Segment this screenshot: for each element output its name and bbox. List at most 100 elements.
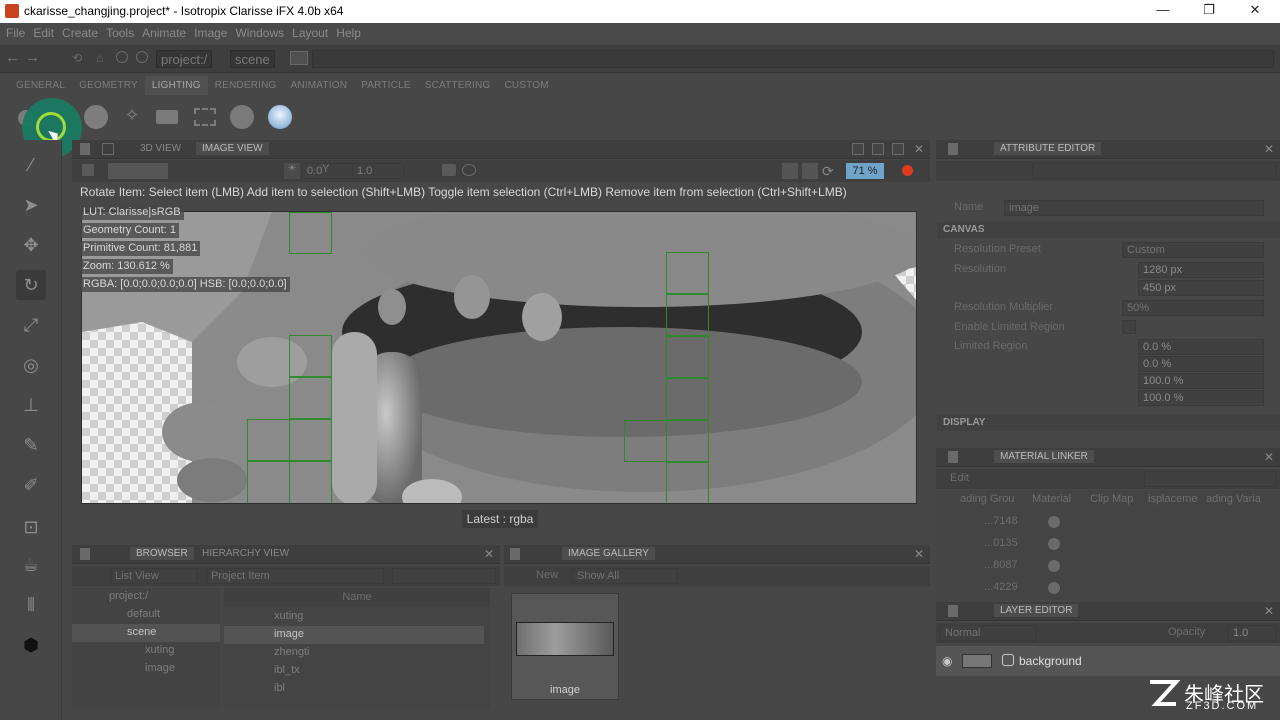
universal-tool-icon[interactable]: ◎	[16, 350, 46, 380]
table-row[interactable]: ...0135	[984, 537, 1018, 549]
material-search-input[interactable]	[1144, 471, 1276, 487]
column-header[interactable]: Material	[1032, 493, 1071, 505]
enable-limited-region-checkbox[interactable]	[1122, 320, 1136, 334]
close-panel-icon[interactable]: ✕	[1264, 450, 1274, 464]
column-header[interactable]: Clip Map	[1090, 493, 1133, 505]
history-icon[interactable]	[462, 164, 476, 176]
resolution-preset-select[interactable]: Custom	[1122, 242, 1264, 258]
layer-row[interactable]: ◉ background	[936, 646, 1280, 676]
minimize-button[interactable]: —	[1148, 2, 1178, 20]
menu-animate[interactable]: Animate	[138, 23, 190, 40]
browser-search-input[interactable]	[392, 568, 496, 584]
close-panel-icon[interactable]: ✕	[1264, 142, 1274, 156]
tab-image-gallery[interactable]: IMAGE GALLERY	[562, 547, 655, 560]
list-item[interactable]: zhengti	[274, 646, 309, 658]
column-header[interactable]: isplaceme	[1148, 493, 1198, 505]
layout-button[interactable]	[852, 143, 864, 155]
new-snapshot-button[interactable]: New	[536, 569, 558, 581]
ruler-tool-icon[interactable]: ⫴	[16, 590, 46, 620]
panel-menu-icon[interactable]	[102, 143, 114, 155]
list-item[interactable]: image	[274, 628, 304, 640]
close-button[interactable]: ✕	[1240, 2, 1270, 20]
menu-help[interactable]: Help	[332, 23, 365, 40]
teapot-tool-icon[interactable]: ☕	[16, 550, 46, 580]
save-icon[interactable]	[82, 164, 94, 176]
tab-layer-editor[interactable]: LAYER EDITOR	[994, 604, 1079, 617]
environment-light-icon[interactable]	[230, 105, 254, 129]
forward-arrow-icon[interactable]: →	[25, 49, 40, 66]
eyedropper-tool-icon[interactable]: ⁄	[16, 150, 46, 180]
column-header[interactable]: ading Grou	[960, 493, 1014, 505]
project-item-filter[interactable]: Project Item	[206, 568, 384, 584]
menu-layout[interactable]: Layout	[288, 23, 332, 40]
maximize-button[interactable]: ❐	[1194, 2, 1224, 20]
tree-item-xuting[interactable]: xuting	[145, 644, 174, 656]
crop-tool-icon[interactable]: ⊡	[16, 512, 46, 542]
table-row[interactable]: ...7148	[984, 515, 1018, 527]
tree-item-scene[interactable]: scene	[127, 626, 156, 638]
menu-create[interactable]: Create	[58, 23, 102, 40]
tree-item-image[interactable]: image	[145, 662, 175, 674]
limited-region-field[interactable]: 100.0 %	[1138, 390, 1264, 406]
section-canvas[interactable]: CANVAS	[937, 222, 1280, 238]
resolution-y-field[interactable]: 450 px	[1138, 280, 1264, 296]
menu-image[interactable]: Image	[190, 23, 231, 40]
camera-light-icon[interactable]	[156, 110, 178, 124]
close-panel-icon[interactable]: ✕	[1264, 604, 1274, 618]
table-row[interactable]: ...4229	[984, 581, 1018, 593]
name-field[interactable]: image	[1004, 200, 1264, 216]
stamp-tool-icon[interactable]: ⊥	[16, 390, 46, 420]
tab-lighting[interactable]: LIGHTING	[144, 76, 208, 95]
resolution-multiplier-select[interactable]: 50%	[1122, 300, 1264, 316]
table-row[interactable]: ...8087	[984, 559, 1018, 571]
refresh-icon[interactable]: ⟲	[72, 51, 82, 65]
material-sphere-icon[interactable]	[1048, 582, 1060, 594]
tab-animation[interactable]: ANIMATION	[284, 76, 355, 95]
search-icon[interactable]	[116, 51, 128, 63]
maximize-panel-button[interactable]	[892, 143, 904, 155]
split-button[interactable]	[872, 143, 884, 155]
column-header-name[interactable]: Name	[224, 588, 490, 606]
breadcrumb-scene[interactable]: scene	[230, 50, 275, 68]
record-icon[interactable]	[902, 165, 913, 176]
sphere-light-icon[interactable]	[84, 105, 108, 129]
ibl-light-icon[interactable]	[268, 105, 292, 129]
show-all-select[interactable]: Show All	[572, 568, 678, 584]
select-tool-icon[interactable]: ➤	[16, 190, 46, 220]
visibility-eye-icon[interactable]: ◉	[942, 654, 952, 668]
pause-button[interactable]	[802, 163, 818, 179]
info-icon[interactable]	[136, 51, 148, 63]
menu-file[interactable]: File	[0, 23, 29, 40]
opacity-field[interactable]: 1.0	[1228, 625, 1276, 641]
close-panel-icon[interactable]: ✕	[484, 547, 494, 561]
image-viewer[interactable]	[81, 211, 917, 504]
lock-icon[interactable]	[948, 143, 958, 155]
material-sphere-icon[interactable]	[1048, 538, 1060, 550]
breadcrumb-project[interactable]: project:/	[156, 50, 213, 68]
play-button[interactable]	[782, 163, 798, 179]
resolution-x-field[interactable]: 1280 px	[1138, 262, 1264, 278]
tab-attribute-editor[interactable]: ATTRIBUTE EDITOR	[994, 142, 1102, 155]
tab-rendering[interactable]: RENDERING	[208, 76, 284, 95]
tree-item-project[interactable]: project:/	[109, 590, 148, 602]
list-item[interactable]: xuting	[274, 610, 303, 622]
material-sphere-icon[interactable]	[1048, 560, 1060, 572]
list-view-select[interactable]: List View	[110, 568, 198, 584]
color-swatch-icon[interactable]: ⬢	[16, 630, 46, 660]
move-tool-icon[interactable]: ✥	[16, 230, 46, 260]
tab-hierarchy-view[interactable]: HIERARCHY VIEW	[202, 548, 289, 559]
edit-button[interactable]: Edit	[950, 472, 969, 484]
limited-region-field[interactable]: 100.0 %	[1138, 373, 1264, 389]
close-panel-icon[interactable]: ✕	[914, 142, 924, 156]
material-sphere-icon[interactable]	[1048, 516, 1060, 528]
lock-icon[interactable]	[948, 451, 958, 463]
area-light-icon[interactable]	[194, 108, 216, 126]
gallery-thumbnail[interactable]: image	[511, 593, 619, 700]
lock-icon[interactable]	[948, 605, 958, 617]
lock-icon[interactable]	[510, 548, 520, 560]
refresh-render-icon[interactable]: ⟳	[822, 163, 834, 180]
brush-tool-icon[interactable]: ✎	[16, 430, 46, 460]
tab-general[interactable]: GENERAL	[9, 76, 72, 95]
rotate-tool-icon[interactable]: ↻	[16, 270, 46, 300]
display-mode-group[interactable]	[108, 163, 168, 179]
